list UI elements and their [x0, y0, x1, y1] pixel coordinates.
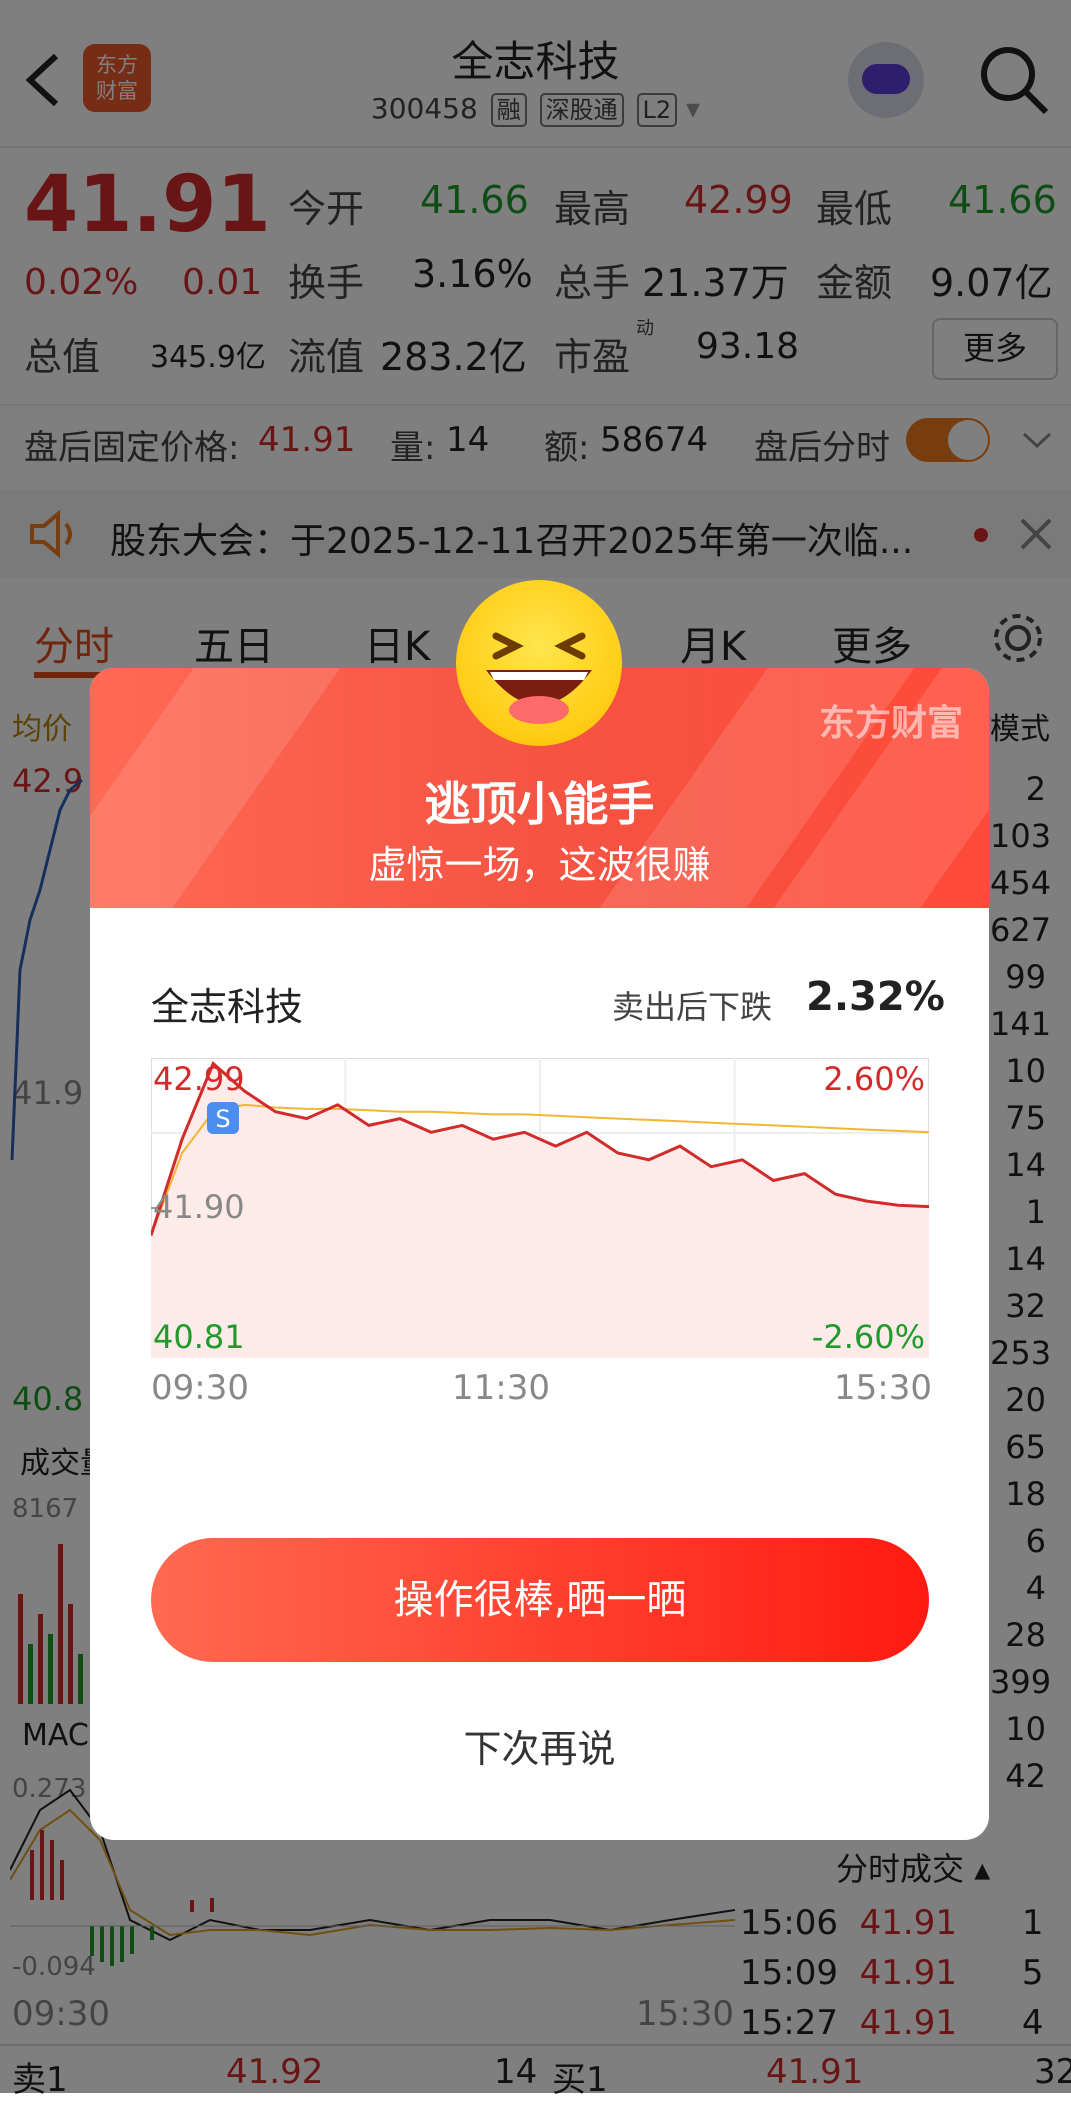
- drop-label: 卖出后下跌: [612, 988, 773, 1026]
- chart-time-end: 15:30: [834, 1368, 932, 1408]
- share-button[interactable]: 操作很棒,晒一晒: [151, 1538, 929, 1662]
- intraday-chart: 42.99 41.90 40.81 2.60% -2.60% S: [151, 1058, 929, 1358]
- dialog-stock-name: 全志科技: [151, 985, 304, 1029]
- dialog-subtitle: 虚惊一场，这波很赚: [368, 843, 711, 887]
- chart-time-start: 09:30: [151, 1368, 249, 1408]
- achievement-dialog: 东方财富 逃顶小能手 虚惊一场，这波很赚 全志科技 卖出后下跌 2.32% 42…: [90, 668, 989, 1840]
- laughing-emoji-icon: [456, 580, 622, 746]
- drop-value: 2.32%: [806, 974, 945, 1020]
- sell-marker: S: [207, 1102, 239, 1134]
- dialog-title: 逃顶小能手: [424, 777, 655, 831]
- dismiss-button[interactable]: 下次再说: [90, 1718, 989, 1773]
- chart-bottom-label: 40.81: [153, 1318, 245, 1356]
- chart-top-label: 42.99: [153, 1060, 245, 1098]
- pct-top-label: 2.60%: [823, 1060, 925, 1098]
- brand-watermark: 东方财富: [818, 703, 963, 744]
- svg-text:S: S: [215, 1105, 230, 1133]
- chart-time-mid: 11:30: [452, 1368, 550, 1408]
- chart-mid-label: 41.90: [153, 1188, 245, 1226]
- pct-bottom-label: -2.60%: [812, 1318, 925, 1356]
